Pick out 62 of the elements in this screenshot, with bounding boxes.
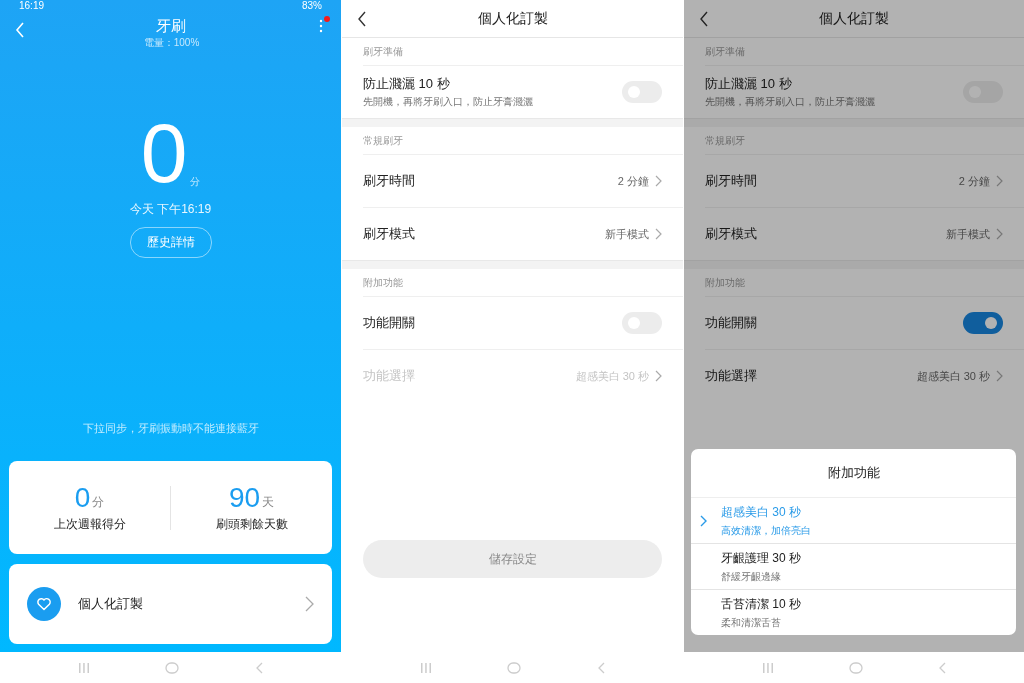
option-item[interactable]: 舌苔清潔 10 秒 柔和清潔舌苔 (691, 589, 1016, 635)
home-icon[interactable] (507, 661, 522, 674)
chevron-icon (996, 175, 1003, 187)
stat-value: 0 (74, 482, 91, 513)
back-icon[interactable] (699, 11, 709, 27)
section-header: 常規刷牙 (363, 133, 403, 148)
option-item[interactable]: 超感美白 30 秒 高效清潔，加倍亮白 (691, 498, 1016, 543)
score-unit: 分 (190, 175, 201, 189)
setting-description: 先開機，再將牙刷入口，防止牙膏濺灑 (363, 95, 534, 109)
chevron-icon (700, 514, 707, 527)
battery-level: 83% (302, 0, 322, 12)
setting-value[interactable]: 2 分鐘 (958, 173, 990, 189)
recent-apps-icon[interactable] (419, 661, 432, 674)
section-header: 刷牙準備 (363, 44, 403, 59)
chevron-icon (655, 175, 662, 187)
recent-apps-icon[interactable] (761, 661, 774, 674)
brush-time: 今天 下午16:19 (129, 201, 212, 218)
sheet-title: 附加功能 (827, 464, 880, 482)
setting-label: 刷牙時間 (363, 172, 416, 190)
stat-label: 上次週報得分 (53, 515, 126, 533)
sync-hint: 下拉同步，牙刷振動時不能連接藍牙 (82, 421, 259, 436)
chevron-icon (996, 228, 1003, 240)
toggle-switch[interactable] (963, 312, 1003, 334)
setting-label: 防止濺灑 10 秒 (363, 75, 451, 93)
chevron-icon (655, 370, 662, 382)
more-menu-icon[interactable] (318, 16, 330, 34)
option-item[interactable]: 牙齦護理 30 秒 舒緩牙齦邊緣 (691, 543, 1016, 589)
setting-label: 刷牙時間 (705, 172, 758, 190)
stat-value: 90 (228, 482, 261, 513)
section-header: 附加功能 (363, 275, 403, 290)
recent-apps-icon[interactable] (77, 661, 90, 674)
page-title: 個人化訂製 (819, 9, 889, 28)
chevron-icon (305, 596, 314, 612)
home-icon[interactable] (849, 661, 863, 674)
back-icon[interactable] (357, 11, 367, 27)
setting-label: 功能選擇 (705, 367, 758, 385)
chevron-icon (655, 228, 662, 240)
setting-value[interactable]: 超感美白 30 秒 (916, 368, 990, 384)
setting-label: 功能開關 (363, 314, 416, 332)
score-value: 0 (140, 111, 188, 195)
battery-text: 電量：100% (143, 36, 200, 49)
home-icon[interactable] (165, 661, 180, 674)
page-title: 個人化訂製 (477, 9, 548, 28)
setting-value[interactable]: 2 分鐘 (617, 173, 649, 189)
setting-value[interactable]: 新手模式 (946, 226, 990, 242)
history-button[interactable]: 歷史詳情 (129, 227, 212, 258)
stat-label: 刷頭剩餘天數 (215, 515, 288, 533)
status-time: 16:19 (19, 0, 45, 12)
customize-menu-item[interactable]: 個人化訂製 (9, 564, 332, 644)
chevron-icon (996, 370, 1003, 382)
section-header: 附加功能 (705, 275, 745, 290)
stat-unit: 分 (92, 493, 105, 511)
setting-label: 刷牙模式 (705, 225, 758, 243)
setting-label: 刷牙模式 (363, 225, 416, 243)
device-title: 牙刷 (156, 16, 187, 36)
setting-description: 先開機，再將牙刷入口，防止牙膏濺灑 (705, 95, 876, 109)
stat-unit: 天 (262, 493, 275, 511)
setting-label: 防止濺灑 10 秒 (705, 75, 793, 93)
setting-value[interactable]: 新手模式 (605, 226, 649, 242)
menu-label: 個人化訂製 (78, 595, 144, 613)
setting-label: 功能開關 (705, 314, 758, 332)
save-button[interactable]: 儲存設定 (363, 540, 662, 578)
